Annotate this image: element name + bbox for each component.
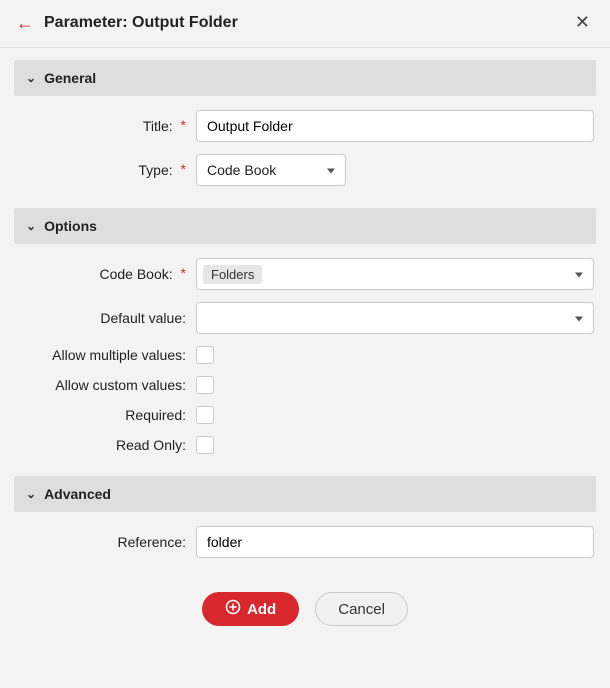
section-options: Code Book: * Folders Default value: [14, 244, 596, 476]
codebook-chip: Folders [203, 265, 262, 284]
row-type: Type: * Code Book [16, 154, 594, 186]
required-asterisk-icon: * [181, 117, 186, 133]
control-allow-multiple [196, 346, 594, 364]
row-readonly: Read Only: [16, 436, 594, 454]
type-select[interactable]: Code Book [196, 154, 346, 186]
required-asterisk-icon: * [181, 265, 186, 281]
default-value-select[interactable] [196, 302, 594, 334]
control-default [196, 302, 594, 334]
row-required: Required: [16, 406, 594, 424]
required-checkbox[interactable] [196, 406, 214, 424]
label-default: Default value: [16, 310, 196, 326]
section-title-options: Options [44, 218, 97, 234]
label-title-text: Title: [143, 118, 173, 134]
allow-custom-checkbox[interactable] [196, 376, 214, 394]
cancel-button-label: Cancel [338, 601, 385, 618]
label-type-text: Type: [138, 162, 172, 178]
label-type: Type: * [16, 162, 196, 178]
content: ⌄ General Title: * Type: * [0, 48, 610, 646]
control-type: Code Book [196, 154, 594, 186]
section-header-options[interactable]: ⌄ Options [14, 208, 596, 244]
label-required: Required: [16, 407, 196, 423]
control-required [196, 406, 594, 424]
titlebar: ← Parameter: Output Folder ✕ [0, 0, 610, 48]
title-input[interactable] [196, 110, 594, 142]
control-reference [196, 526, 594, 558]
row-default: Default value: [16, 302, 594, 334]
required-asterisk-icon: * [181, 161, 186, 177]
label-allow-multiple: Allow multiple values: [16, 347, 196, 363]
control-allow-custom [196, 376, 594, 394]
section-title-general: General [44, 70, 96, 86]
row-reference: Reference: [16, 526, 594, 558]
section-advanced: Reference: [14, 512, 596, 580]
plus-circle-icon [225, 599, 241, 619]
allow-multiple-checkbox[interactable] [196, 346, 214, 364]
control-readonly [196, 436, 594, 454]
back-arrow-icon[interactable]: ← [16, 14, 34, 32]
codebook-select[interactable]: Folders [196, 258, 594, 290]
label-codebook: Code Book: * [16, 266, 196, 282]
cancel-button[interactable]: Cancel [315, 592, 408, 626]
row-codebook: Code Book: * Folders [16, 258, 594, 290]
chevron-down-icon: ⌄ [26, 219, 36, 233]
dialog-title: Parameter: Output Folder [44, 14, 571, 32]
section-title-advanced: Advanced [44, 486, 111, 502]
section-header-general[interactable]: ⌄ General [14, 60, 596, 96]
close-icon[interactable]: ✕ [571, 12, 594, 33]
label-title: Title: * [16, 118, 196, 134]
type-value: Code Book [207, 162, 276, 178]
section-header-advanced[interactable]: ⌄ Advanced [14, 476, 596, 512]
label-allow-custom: Allow custom values: [16, 377, 196, 393]
add-button-label: Add [247, 601, 276, 618]
label-codebook-text: Code Book: [99, 266, 172, 282]
readonly-checkbox[interactable] [196, 436, 214, 454]
dialog: ← Parameter: Output Folder ✕ ⌄ General T… [0, 0, 610, 646]
add-button[interactable]: Add [202, 592, 299, 626]
control-codebook: Folders [196, 258, 594, 290]
chevron-down-icon: ⌄ [26, 71, 36, 85]
section-general: Title: * Type: * Code Book [14, 96, 596, 208]
row-title: Title: * [16, 110, 594, 142]
row-allow-custom: Allow custom values: [16, 376, 594, 394]
label-readonly: Read Only: [16, 437, 196, 453]
row-allow-multiple: Allow multiple values: [16, 346, 594, 364]
label-reference: Reference: [16, 534, 196, 550]
control-title [196, 110, 594, 142]
footer: Add Cancel [14, 580, 596, 626]
reference-input[interactable] [196, 526, 594, 558]
chevron-down-icon: ⌄ [26, 487, 36, 501]
